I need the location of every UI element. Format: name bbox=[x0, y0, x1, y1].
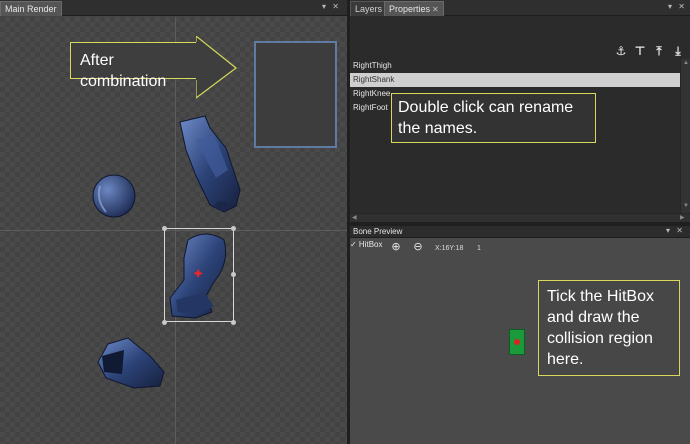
foot-sprite[interactable] bbox=[97, 337, 165, 389]
combination-callout: After combination bbox=[70, 42, 200, 90]
resize-handle-top-left[interactable] bbox=[162, 226, 167, 231]
move-bottom-icon[interactable]: ⤓ bbox=[671, 44, 685, 58]
knee-sprite[interactable] bbox=[92, 174, 136, 218]
bone-preview-window-controls[interactable]: ▾ ✕ bbox=[666, 226, 685, 235]
align-top-icon[interactable]: ⊤ bbox=[633, 44, 647, 58]
hitbox-region[interactable] bbox=[509, 329, 525, 355]
bone-list-scrollbar-horizontal[interactable]: ◀ ▶ bbox=[350, 213, 690, 222]
tab-properties-label: Properties bbox=[389, 4, 431, 14]
scroll-down-icon[interactable]: ▼ bbox=[683, 203, 689, 209]
bone-name: RightFoot bbox=[353, 103, 388, 112]
bone-name: RightKnee bbox=[353, 89, 391, 98]
scroll-right-icon[interactable]: ▶ bbox=[680, 214, 685, 221]
combination-callout-text: After combination bbox=[80, 52, 167, 90]
scroll-left-icon[interactable]: ◀ bbox=[352, 214, 357, 221]
rename-callout-text: Double click can rename the names. bbox=[398, 99, 574, 137]
coordinate-readout: X:16Y:18 bbox=[435, 245, 464, 252]
properties-window-controls[interactable]: ▾ ✕ bbox=[668, 2, 687, 11]
bone-preview-title: Bone Preview bbox=[353, 227, 403, 236]
main-render-panel: Main Render ▾ ✕ After combination ✚ bbox=[0, 0, 347, 444]
combination-arrow-icon bbox=[196, 36, 237, 99]
properties-tabbar: Layers Properties ✕ ▾ ✕ bbox=[350, 0, 690, 16]
bone-name: RightThigh bbox=[353, 61, 392, 70]
resize-handle-top-right[interactable] bbox=[231, 226, 236, 231]
bone-order-toolbar: ⚓ ⊤ ⤒ ⤓ bbox=[614, 44, 685, 58]
resize-handle-right[interactable] bbox=[231, 272, 236, 277]
resize-handle-bottom-left[interactable] bbox=[162, 320, 167, 325]
bone-preview-toolbar: ✓ HitBox ⊕ ⊖ X:16Y:18 1 bbox=[350, 238, 690, 256]
bone-list-scrollbar-vertical[interactable]: ▲ ▼ bbox=[680, 59, 690, 213]
combination-preview-frame bbox=[254, 41, 337, 148]
resize-handle-bottom-right[interactable] bbox=[231, 320, 236, 325]
zoom-in-icon[interactable]: ⊕ bbox=[390, 241, 402, 253]
bone-preview-titlebar: Bone Preview ▾ ✕ bbox=[350, 226, 690, 238]
tab-close-icon[interactable]: ✕ bbox=[432, 5, 439, 14]
anchor-icon[interactable]: ⚓ bbox=[614, 44, 628, 58]
tab-layers[interactable]: Layers bbox=[350, 1, 388, 16]
bone-name: RightShank bbox=[353, 75, 395, 84]
zoom-level: 1 bbox=[477, 245, 481, 252]
scroll-up-icon[interactable]: ▲ bbox=[683, 60, 689, 66]
pivot-marker-icon[interactable]: ✚ bbox=[194, 270, 202, 280]
move-top-icon[interactable]: ⤒ bbox=[652, 44, 666, 58]
tab-layers-label: Layers bbox=[355, 4, 383, 14]
zoom-out-icon[interactable]: ⊖ bbox=[412, 241, 424, 253]
rename-callout: Double click can rename the names. bbox=[391, 93, 596, 143]
hitbox-callout-text: Tick the HitBox and draw the collision r… bbox=[547, 288, 654, 368]
hitbox-checkbox[interactable]: ✓ HitBox bbox=[350, 239, 383, 251]
thigh-sprite[interactable] bbox=[179, 115, 241, 213]
hitbox-callout: Tick the HitBox and draw the collision r… bbox=[538, 280, 680, 376]
tab-properties[interactable]: Properties ✕ bbox=[384, 1, 444, 16]
list-item[interactable]: RightShank bbox=[350, 73, 680, 87]
list-item[interactable]: RightThigh bbox=[350, 59, 680, 73]
